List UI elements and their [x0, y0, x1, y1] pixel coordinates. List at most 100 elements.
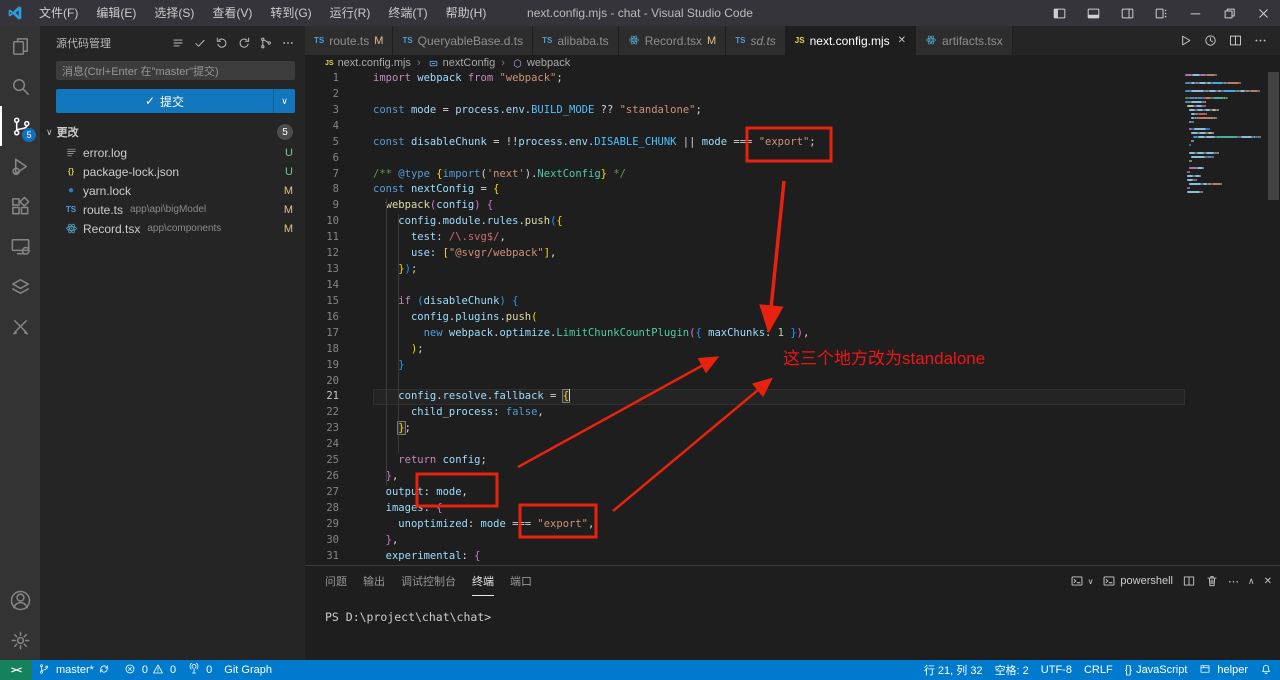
close-tab-icon[interactable]: ✕	[898, 35, 906, 46]
activity-source-control[interactable]: 5	[0, 106, 40, 146]
tab-alibaba.ts[interactable]: TSalibaba.ts	[533, 26, 619, 55]
more-icon[interactable]	[279, 34, 297, 52]
line-number: 19	[305, 358, 339, 374]
maximize-panel-icon[interactable]: ∧	[1248, 576, 1255, 587]
menu-item[interactable]: 查看(V)	[203, 0, 261, 26]
code-token: /**	[373, 168, 398, 180]
indentation[interactable]: 空格: 2	[989, 660, 1035, 680]
terminal-content[interactable]: PS D:\project\chat\chat>	[305, 596, 1280, 660]
remote-indicator[interactable]: ><	[0, 660, 32, 680]
activity-remote-explorer[interactable]	[0, 226, 40, 266]
more-icon[interactable]	[1253, 33, 1268, 48]
layout-panel-icon[interactable]	[1076, 0, 1110, 26]
problems-indicator[interactable]: 0 0	[118, 660, 182, 680]
breadcrumb-item-next.config.mjs[interactable]: JSnext.config.mjs	[325, 57, 411, 69]
panel-tab-调试控制台[interactable]: 调试控制台	[401, 566, 456, 596]
close-icon[interactable]	[1246, 0, 1280, 26]
split-terminal-icon[interactable]	[1182, 574, 1196, 588]
breadcrumb-item-webpack[interactable]: webpack	[498, 57, 570, 69]
editor-actions	[1178, 26, 1280, 55]
activity-accounts[interactable]	[0, 580, 40, 620]
code-token: "webpack"	[499, 72, 556, 84]
changed-file-error.log[interactable]: error.logU	[40, 143, 305, 162]
more-actions-icon[interactable]: ⋯	[1228, 575, 1239, 588]
panel-tab-端口[interactable]: 端口	[510, 566, 532, 596]
refresh-icon[interactable]	[235, 34, 253, 52]
activity-extensions[interactable]	[0, 186, 40, 226]
code-editor[interactable]: 1234567891011121314151617181920212223242…	[305, 71, 1280, 565]
changed-file-yarn.lock[interactable]: ●yarn.lockM	[40, 181, 305, 200]
minimize-icon[interactable]	[1178, 0, 1212, 26]
language-mode[interactable]: {} JavaScript	[1119, 660, 1194, 680]
notifications-bell[interactable]	[1254, 660, 1280, 680]
restore-icon[interactable]	[1212, 0, 1246, 26]
menu-item[interactable]: 编辑(E)	[87, 0, 145, 26]
branch-indicator[interactable]: master*	[32, 660, 118, 680]
split-icon[interactable]	[1228, 33, 1243, 48]
encoding[interactable]: UTF-8	[1035, 660, 1078, 680]
code-token: const	[373, 104, 411, 116]
helper-extension[interactable]: helper	[1193, 660, 1254, 680]
breadcrumb-label: next.config.mjs	[338, 57, 411, 69]
minimap-token	[1221, 183, 1223, 185]
activity-run-and-debug[interactable]	[0, 146, 40, 186]
menu-item[interactable]: 转到(G)	[261, 0, 320, 26]
graph-icon[interactable]	[257, 34, 275, 52]
timeline-icon[interactable]	[1203, 33, 1218, 48]
scrollbar-thumb[interactable]	[1268, 72, 1279, 200]
editor-scrollbar[interactable]	[1267, 71, 1280, 565]
activity-tools[interactable]	[0, 306, 40, 346]
panel-tab-输出[interactable]: 输出	[363, 566, 385, 596]
minimap-token	[1189, 171, 1191, 173]
code-token: mode	[702, 136, 727, 148]
changes-section-header[interactable]: ∨ 更改 5	[40, 121, 305, 143]
activity-settings[interactable]	[0, 620, 40, 660]
panel-tab-问题[interactable]: 问题	[325, 566, 347, 596]
file-status-M: M	[284, 185, 293, 197]
tab-route.ts[interactable]: TSroute.tsM	[305, 26, 393, 55]
commit-button[interactable]: ✓ 提交	[56, 89, 273, 113]
changed-file-route.ts[interactable]: TSroute.tsapp\api\bigModelM	[40, 200, 305, 219]
menu-item[interactable]: 终端(T)	[379, 0, 436, 26]
commit-dropdown-button[interactable]: ∨	[273, 89, 295, 113]
ports-indicator[interactable]: 0	[182, 660, 218, 680]
tab-next.config.mjs[interactable]: JSnext.config.mjs✕	[786, 26, 916, 55]
bottom-panel: 问题输出调试控制台终端端口 ∨ powershell ⋯	[305, 565, 1280, 660]
view-list-icon[interactable]	[169, 34, 187, 52]
layout-sidebar-right-icon[interactable]	[1110, 0, 1144, 26]
close-panel-icon[interactable]: ✕	[1264, 576, 1272, 587]
commit-message-input[interactable]: 消息(Ctrl+Enter 在"master"提交)	[56, 61, 295, 80]
menu-item[interactable]: 帮助(H)	[437, 0, 496, 26]
minimap-token	[1206, 136, 1214, 138]
activity-search[interactable]	[0, 66, 40, 106]
code-token: maxChunks	[702, 327, 765, 339]
minimap-line	[1185, 163, 1267, 165]
git-graph-button[interactable]: Git Graph	[218, 660, 278, 680]
layout-sidebar-icon[interactable]	[1042, 0, 1076, 26]
changed-file-package-lock.json[interactable]: {}package-lock.jsonU	[40, 162, 305, 181]
tab-Record.tsx[interactable]: Record.tsxM	[619, 26, 727, 55]
minimap[interactable]	[1185, 71, 1267, 565]
minimap-line	[1185, 140, 1267, 142]
breadcrumb-item-nextConfig[interactable]: nextConfig	[414, 57, 495, 69]
terminal-shell-item[interactable]: powershell	[1102, 574, 1173, 588]
kill-terminal-icon[interactable]	[1205, 574, 1219, 588]
menu-item[interactable]: 运行(R)	[321, 0, 380, 26]
tab-QueryableBase.d.ts[interactable]: TSQueryableBase.d.ts	[393, 26, 533, 55]
check-icon[interactable]	[191, 34, 209, 52]
activity-explorer[interactable]	[0, 26, 40, 66]
eol-sequence[interactable]: CRLF	[1078, 660, 1119, 680]
changed-file-Record.tsx[interactable]: Record.tsxapp\componentsM	[40, 219, 305, 238]
run-icon[interactable]	[1178, 33, 1193, 48]
activity-layers[interactable]	[0, 266, 40, 306]
new-terminal-button[interactable]: ∨	[1070, 574, 1094, 588]
panel-tab-终端[interactable]: 终端	[472, 566, 494, 596]
undo-icon[interactable]	[213, 34, 231, 52]
tab-artifacts.tsx[interactable]: artifacts.tsx	[916, 26, 1013, 55]
cursor-position[interactable]: 行 21, 列 32	[918, 660, 989, 680]
tab-sd.ts[interactable]: TSsd.ts	[726, 26, 786, 55]
code-token: LimitChunkCountPlugin	[556, 327, 689, 339]
layout-custom-icon[interactable]	[1144, 0, 1178, 26]
menu-item[interactable]: 选择(S)	[145, 0, 203, 26]
menu-item[interactable]: 文件(F)	[30, 0, 87, 26]
